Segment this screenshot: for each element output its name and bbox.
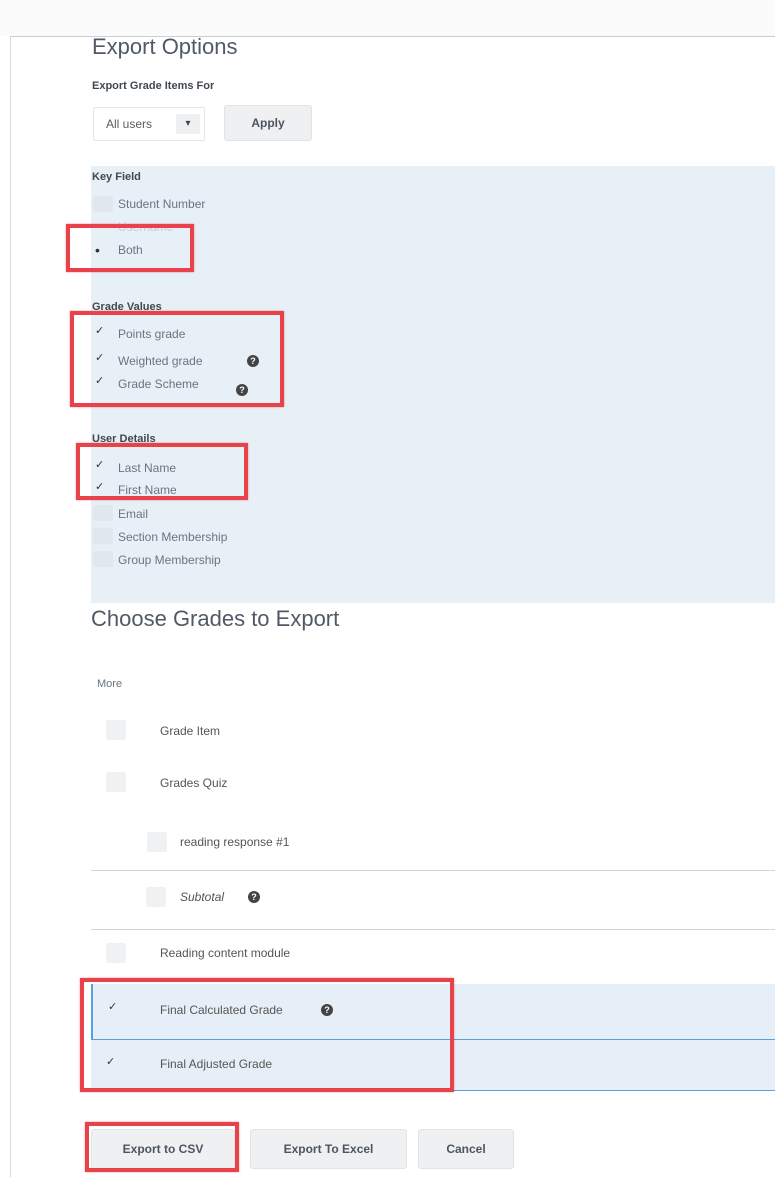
grade-item-label: Reading content module [160,946,291,960]
row-checkbox[interactable] [106,943,126,963]
grid-header-grade-item: Grade Item [160,724,221,738]
user-detail-section: Section Membership [118,530,228,544]
apply-button[interactable]: Apply [224,105,312,141]
highlight-final-grades [80,978,454,1092]
grade-item-label: Subtotal [180,890,225,904]
highlight-grade-values [70,311,284,407]
cancel-button[interactable]: Cancel [418,1129,514,1169]
users-select[interactable]: All users ▾ [93,107,205,141]
left-edge-border [0,36,11,1177]
help-icon[interactable]: ? [248,891,260,903]
checkbox-email[interactable] [93,505,113,521]
top-toolbar-strip [0,0,775,37]
row-checkbox[interactable] [146,887,166,907]
table-row: Reading content module [91,930,775,985]
checkbox-select-all[interactable] [106,720,126,740]
radio-student-number[interactable] [93,196,113,212]
table-row: reading response #1 [91,812,775,871]
table-row: Grade Item [91,704,775,759]
more-menu[interactable]: More [97,678,122,690]
highlight-export-csv [85,1122,239,1172]
table-row: Subtotal ? [91,871,775,930]
user-detail-email: Email [118,507,149,521]
export-options-title: Export Options [92,34,238,59]
grade-item-label: reading response #1 [180,835,290,849]
highlight-key-both [66,224,194,272]
user-detail-group: Group Membership [118,553,221,567]
checkbox-section-membership[interactable] [93,528,113,544]
export-excel-button[interactable]: Export To Excel [250,1129,407,1169]
row-checkbox[interactable] [147,832,167,852]
chevron-down-icon: ▾ [176,114,200,134]
table-row: Grades Quiz [91,758,775,813]
row-checkbox[interactable] [106,772,126,792]
users-select-value: All users [106,117,153,131]
choose-grades-title: Choose Grades to Export [91,606,340,631]
export-for-label: Export Grade Items For [92,80,215,92]
grade-item-label: Grades Quiz [160,776,228,790]
key-option-student-number: Student Number [118,197,206,211]
highlight-user-details [76,443,248,500]
key-field-label: Key Field [92,171,141,183]
checkbox-group-membership[interactable] [93,551,113,567]
